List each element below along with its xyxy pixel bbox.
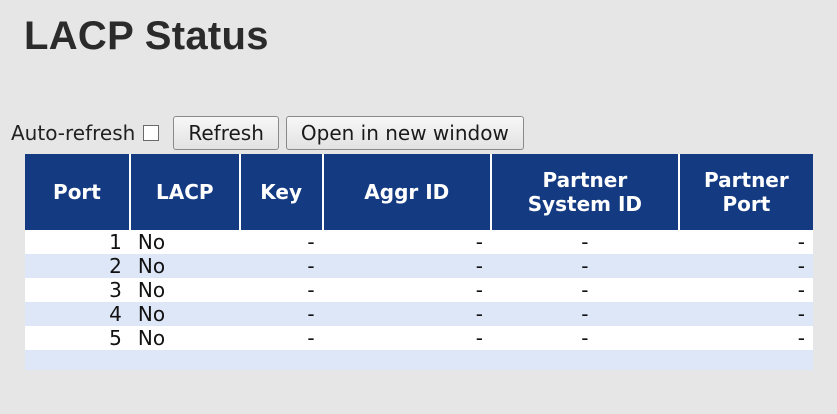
cell-lacp: No <box>129 278 240 302</box>
cell-port: 1 <box>25 230 130 254</box>
toolbar: Auto-refresh Refresh Open in new window <box>11 116 531 150</box>
cell-partner-port: - <box>678 326 813 350</box>
cell-aggr-id: - <box>322 278 491 302</box>
refresh-button[interactable]: Refresh <box>173 116 279 150</box>
cell-empty <box>322 350 491 370</box>
cell-aggr-id: - <box>322 326 491 350</box>
cell-lacp: No <box>129 254 240 278</box>
cell-partner-port: - <box>678 230 813 254</box>
cell-empty <box>239 350 323 370</box>
cell-lacp: No <box>129 326 240 350</box>
cell-empty <box>490 350 679 370</box>
table-header-row: Port LACP Key Aggr ID Partner System ID … <box>25 154 813 230</box>
cell-partner-system-id: - <box>490 230 679 254</box>
cell-partner-system-id: - <box>490 302 679 326</box>
table-row <box>25 350 813 370</box>
table-row: 3 No - - - - <box>25 278 813 302</box>
cell-empty <box>25 350 130 370</box>
cell-port: 5 <box>25 326 130 350</box>
cell-key: - <box>239 254 323 278</box>
col-header-lacp: LACP <box>129 154 241 230</box>
col-header-partner-system-id-line1: Partner <box>542 168 628 192</box>
cell-key: - <box>239 278 323 302</box>
col-header-partner-system-id-line2: System ID <box>527 192 643 216</box>
table-row: 1 No - - - - <box>25 230 813 254</box>
cell-key: - <box>239 230 323 254</box>
cell-port: 3 <box>25 278 130 302</box>
cell-partner-system-id: - <box>490 326 679 350</box>
cell-partner-port: - <box>678 278 813 302</box>
cell-key: - <box>239 302 323 326</box>
cell-partner-port: - <box>678 254 813 278</box>
auto-refresh-label: Auto-refresh <box>11 121 136 145</box>
col-header-partner-port: Partner Port <box>678 154 813 230</box>
table-row: 2 No - - - - <box>25 254 813 278</box>
auto-refresh-checkbox[interactable] <box>143 125 160 141</box>
col-header-aggr-id: Aggr ID <box>322 154 492 230</box>
open-in-new-window-button[interactable]: Open in new window <box>285 116 524 150</box>
cell-port: 2 <box>25 254 130 278</box>
cell-aggr-id: - <box>322 230 491 254</box>
cell-port: 4 <box>25 302 130 326</box>
lacp-status-page: LACP Status Auto-refresh Refresh Open in… <box>0 0 837 414</box>
cell-aggr-id: - <box>322 254 491 278</box>
cell-lacp: No <box>129 302 240 326</box>
col-header-port: Port <box>25 154 131 230</box>
cell-key: - <box>239 326 323 350</box>
cell-lacp: No <box>129 230 240 254</box>
cell-empty <box>678 350 813 370</box>
table-row: 5 No - - - - <box>25 326 813 350</box>
col-header-partner-port-line1: Partner <box>704 168 789 192</box>
col-header-partner-port-line2: Port <box>722 192 771 216</box>
col-header-partner-system-id: Partner System ID <box>490 154 680 230</box>
cell-empty <box>129 350 240 370</box>
table-row: 4 No - - - - <box>25 302 813 326</box>
lacp-status-table: Port LACP Key Aggr ID Partner System ID … <box>25 154 813 370</box>
page-title: LACP Status <box>24 14 269 58</box>
cell-partner-system-id: - <box>490 278 679 302</box>
cell-partner-port: - <box>678 302 813 326</box>
col-header-key: Key <box>239 154 324 230</box>
cell-aggr-id: - <box>322 302 491 326</box>
cell-partner-system-id: - <box>490 254 679 278</box>
